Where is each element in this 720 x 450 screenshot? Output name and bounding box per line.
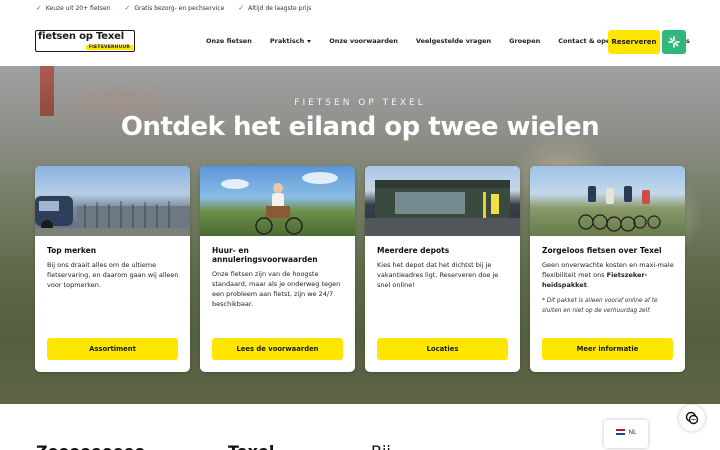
card-text: Kies het depot dat het dichtst bij je va… (377, 261, 499, 289)
section-heading: Zeeeeeeeee (36, 442, 145, 450)
meer-informatie-button[interactable]: Meer informatie (542, 338, 673, 360)
card-image (530, 166, 685, 236)
assortiment-button[interactable]: Assortiment (47, 338, 178, 360)
nl-flag-icon (615, 429, 625, 435)
hero-title: Ontdek het eiland op twee wielen (120, 112, 600, 142)
reserve-button[interactable]: Reserveren (608, 30, 660, 54)
check-icon: ✓ (238, 4, 245, 12)
menu-button[interactable] (662, 30, 686, 54)
group-cyclists-illustration (578, 186, 661, 232)
usp-text: Keuze uit 20+ fietsen (45, 4, 111, 12)
usp-text: Gratis bezorg- en pechservice (134, 4, 225, 12)
hero: FIETSEN OP TEXEL Ontdek het eiland op tw… (0, 66, 720, 404)
usp-item: ✓ Gratis bezorg- en pechservice (125, 4, 225, 12)
card-note: * Dit pakket is alleen vooraf online af … (542, 298, 658, 314)
hero-eyebrow: FIETSEN OP TEXEL (294, 98, 426, 108)
card-text-part: . (586, 281, 589, 289)
nav-item-groepen[interactable]: Groepen (509, 37, 540, 45)
cyclist-illustration (221, 172, 338, 235)
chat-button[interactable] (679, 405, 705, 431)
card-image (200, 166, 355, 236)
check-icon: ✓ (124, 4, 131, 12)
nav-item-voorwaarden[interactable]: Onze voorwaarden (329, 37, 398, 45)
logo[interactable]: fietsen op Texel FIETSVERHUUR (35, 30, 135, 52)
chat-icon (685, 411, 699, 425)
card-text: Bij ons draait alles om de ultieme fiets… (47, 261, 179, 289)
usp-item: ✓ Altijd de laagste prijs (238, 4, 311, 12)
card-voorwaarden: Huur- en annuleringsvoorwaarden Onze fie… (200, 166, 355, 372)
spark-icon (668, 36, 680, 48)
card-depots: Meerdere depots Kies het depot dat het d… (365, 166, 520, 372)
lees-voorwaarden-button[interactable]: Lees de voorwaarden (212, 338, 343, 360)
bike-rack-illustration (35, 196, 190, 236)
depot-illustration (365, 180, 520, 236)
card-title: Zorgeloos fietsen over Texel (542, 246, 662, 255)
usp-item: ✓ Keuze uit 20+ fietsen (36, 4, 111, 12)
nav-item-faq[interactable]: Veelgestelde vragen (416, 37, 491, 45)
card-title: Meerdere depots (377, 246, 450, 255)
section-heading: Bij ... (371, 442, 411, 450)
card-zorgeloos: Zorgeloos fietsen over Texel Geen onverw… (530, 166, 685, 372)
feature-cards: Top merken Bij ons draait alles om de ul… (35, 166, 685, 372)
language-code: NL (628, 429, 637, 436)
locaties-button[interactable]: Locaties (377, 338, 508, 360)
card-title: Huur- en annuleringsvoorwaarden (212, 246, 318, 264)
nav-item-label: Praktisch (269, 37, 305, 45)
card-text: Geen onverwachte kosten en maxi-male fle… (542, 260, 674, 290)
card-image (35, 166, 190, 236)
logo-subtext: FIETSVERHUUR (85, 45, 133, 50)
card-top-merken: Top merken Bij ons draait alles om de ul… (35, 166, 190, 372)
language-switcher[interactable]: NL (604, 420, 648, 448)
caret-down-icon (307, 39, 312, 43)
usp-bar: ✓ Keuze uit 20+ fietsen ✓ Gratis bezorg-… (0, 0, 720, 16)
card-text: Onze fietsen zijn van de hoogste standaa… (212, 270, 341, 308)
lighthouse-image (40, 66, 54, 116)
usp-text: Altijd de laagste prijs (248, 4, 312, 12)
logo-text: fietsen op Texel (38, 31, 124, 42)
card-image (365, 166, 520, 236)
nav-item-praktisch[interactable]: Praktisch (269, 37, 312, 45)
section-heading: Texel (228, 442, 274, 450)
site-header: fietsen op Texel FIETSVERHUUR Onze fiets… (0, 16, 720, 66)
card-title: Top merken (47, 246, 97, 255)
check-icon: ✓ (36, 4, 42, 12)
nav-item-onze-fietsen[interactable]: Onze fietsen (206, 37, 252, 45)
